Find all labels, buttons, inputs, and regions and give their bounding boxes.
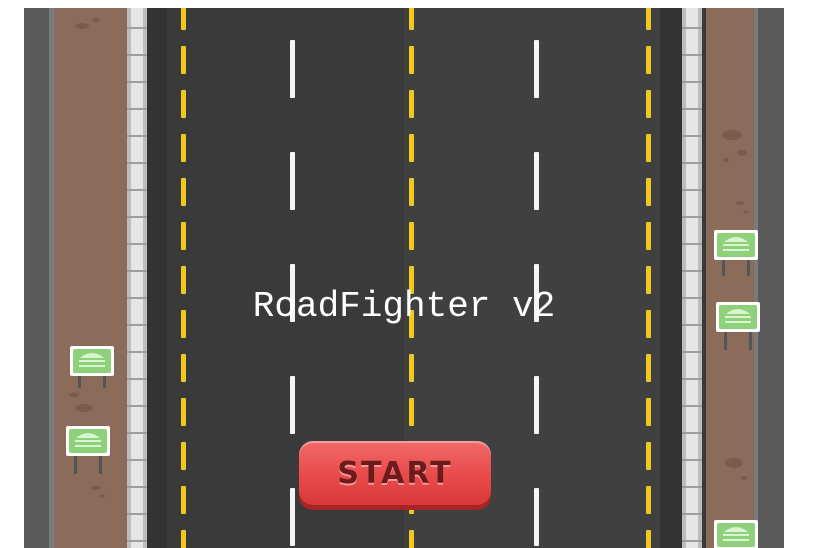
white-dash bbox=[290, 488, 295, 546]
white-dash bbox=[534, 488, 539, 546]
left-guardrail bbox=[127, 8, 147, 548]
yellow-dash bbox=[181, 398, 186, 426]
yellow-dash bbox=[181, 354, 186, 382]
yellow-dash bbox=[181, 530, 186, 548]
white-dash bbox=[290, 40, 295, 98]
yellow-dash bbox=[646, 222, 651, 250]
yellow-dash bbox=[181, 46, 186, 74]
yellow-dash bbox=[646, 46, 651, 74]
yellow-dash bbox=[409, 530, 414, 548]
yellow-dash bbox=[181, 222, 186, 250]
yellow-dash bbox=[646, 8, 651, 30]
yellow-dash bbox=[409, 90, 414, 118]
yellow-dash bbox=[646, 486, 651, 514]
yellow-dash bbox=[646, 90, 651, 118]
yellow-dash bbox=[646, 530, 651, 548]
game-canvas[interactable]: RoadFighter v2 START bbox=[24, 8, 784, 548]
yellow-dash bbox=[409, 178, 414, 206]
yellow-dash bbox=[646, 134, 651, 162]
yellow-dash bbox=[409, 354, 414, 382]
road-sign bbox=[714, 520, 758, 548]
white-dash bbox=[290, 152, 295, 210]
yellow-dash bbox=[181, 134, 186, 162]
yellow-dash bbox=[409, 398, 414, 426]
yellow-dash bbox=[181, 8, 186, 30]
yellow-dash bbox=[181, 90, 186, 118]
white-dash bbox=[534, 152, 539, 210]
white-dash bbox=[290, 376, 295, 434]
start-button[interactable]: START bbox=[299, 441, 491, 505]
yellow-dash bbox=[181, 442, 186, 470]
yellow-dash bbox=[646, 178, 651, 206]
yellow-dash bbox=[409, 222, 414, 250]
right-guardrail bbox=[682, 8, 702, 548]
yellow-dash bbox=[646, 354, 651, 382]
left-dirt-strip bbox=[55, 8, 127, 548]
game-title: RoadFighter v2 bbox=[252, 286, 556, 327]
white-dash bbox=[534, 40, 539, 98]
yellow-dash bbox=[181, 486, 186, 514]
white-dash bbox=[534, 376, 539, 434]
right-outer-shoulder bbox=[754, 8, 784, 548]
start-button-label: START bbox=[337, 455, 453, 491]
yellow-dash bbox=[646, 398, 651, 426]
yellow-dash bbox=[409, 46, 414, 74]
yellow-dash bbox=[409, 8, 414, 30]
yellow-dash bbox=[181, 178, 186, 206]
yellow-dash bbox=[409, 134, 414, 162]
yellow-dash bbox=[646, 442, 651, 470]
